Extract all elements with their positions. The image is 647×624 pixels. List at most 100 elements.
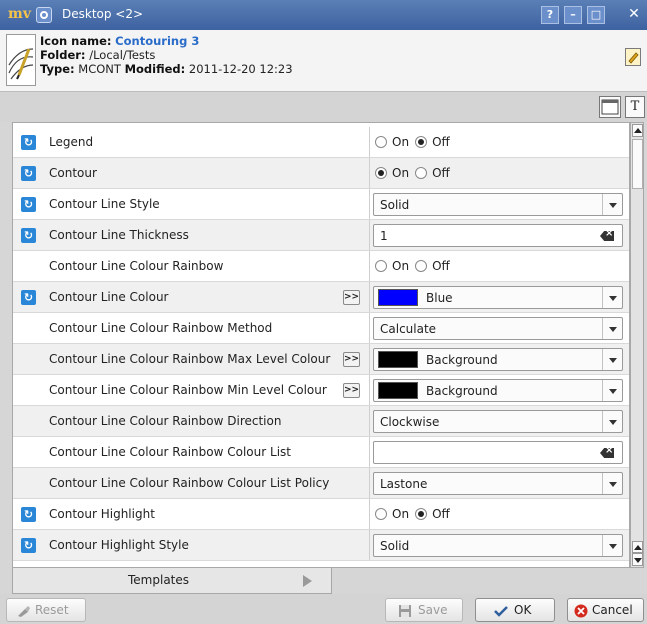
scroll-thumb[interactable] — [632, 139, 643, 189]
input-value: 1 — [380, 229, 388, 243]
radio-off[interactable] — [415, 260, 428, 272]
radio-on[interactable] — [375, 136, 387, 148]
colour-dropdown[interactable]: Background — [373, 348, 623, 371]
radio-off[interactable] — [415, 167, 428, 179]
reset-parameter-icon[interactable]: ↻ — [21, 290, 36, 305]
colour-dropdown[interactable]: Background — [373, 379, 623, 402]
parameter-label: Contour Line Colour Rainbow Min Level Co… — [49, 383, 327, 397]
expand-colour-button[interactable]: >> — [343, 383, 360, 398]
templates-tab[interactable]: Templates — [12, 568, 332, 594]
column-divider — [369, 127, 370, 157]
parameter-label: Contour Highlight Style — [49, 538, 189, 552]
parameter-label: Contour Line Colour Rainbow Colour List … — [49, 476, 330, 490]
table-row: ↻ Legend On Off — [13, 127, 629, 158]
text-view-icon[interactable]: T — [625, 96, 645, 118]
folder-line: Folder: /Local/Tests — [40, 48, 155, 62]
window-title: Desktop <2> — [62, 7, 144, 21]
chevron-down-icon[interactable] — [602, 411, 622, 432]
radio-on[interactable] — [375, 260, 387, 272]
edit-icon[interactable] — [625, 48, 641, 66]
reset-button[interactable]: Reset — [6, 598, 86, 622]
radio-off-label: Off — [432, 259, 450, 273]
reset-parameter-icon[interactable]: ↻ — [21, 166, 36, 181]
chevron-down-icon[interactable] — [602, 287, 622, 308]
parameter-label: Contour Line Colour Rainbow Max Level Co… — [49, 352, 331, 366]
cancel-label: Cancel — [592, 603, 633, 617]
reset-parameter-icon[interactable]: ↻ — [21, 507, 36, 522]
chevron-down-icon[interactable] — [602, 535, 622, 556]
radio-on[interactable] — [375, 508, 387, 520]
parameter-label: Contour Line Colour — [49, 290, 169, 304]
chevron-down-icon[interactable] — [602, 349, 622, 370]
scroll-up-secondary-icon[interactable] — [632, 541, 643, 553]
save-label: Save — [418, 603, 448, 617]
expand-colour-button[interactable]: >> — [343, 290, 360, 305]
parameter-label: Contour — [49, 166, 97, 180]
column-divider — [369, 220, 370, 250]
view-toolbar: T — [0, 92, 647, 122]
window-menu-icon[interactable] — [36, 7, 52, 23]
parameter-label: Contour Line Colour Rainbow Method — [49, 321, 273, 335]
save-button[interactable]: Save — [385, 598, 463, 622]
value-dropdown[interactable]: Lastone — [373, 472, 623, 495]
ok-button[interactable]: OK — [475, 598, 555, 622]
expand-arrow-icon[interactable] — [303, 575, 312, 587]
reset-parameter-icon[interactable]: ↻ — [21, 228, 36, 243]
radio-off[interactable] — [415, 508, 428, 520]
close-button[interactable]: ✕ — [625, 6, 643, 24]
dropdown-value: Solid — [380, 198, 410, 212]
dropdown-value: Calculate — [380, 322, 437, 336]
value-dropdown[interactable]: Solid — [373, 534, 623, 557]
colour-swatch — [378, 351, 418, 368]
button-bar: Reset Save OK Cancel — [0, 594, 647, 624]
column-divider — [369, 282, 370, 312]
minimize-button[interactable]: – — [564, 6, 582, 24]
table-row: Contour Line Colour Rainbow Method Calcul… — [13, 313, 629, 344]
icon-name-value: Contouring 3 — [115, 34, 200, 48]
clear-input-icon[interactable] — [600, 448, 614, 458]
chevron-down-icon[interactable] — [602, 318, 622, 339]
on-off-radio-group: On Off — [375, 166, 456, 180]
colour-swatch — [378, 289, 418, 306]
radio-off-label: Off — [432, 166, 450, 180]
column-divider — [369, 189, 370, 219]
value-dropdown[interactable]: Solid — [373, 193, 623, 216]
panel-layout-icon[interactable] — [599, 96, 621, 118]
chevron-down-icon[interactable] — [602, 473, 622, 494]
reset-parameter-icon[interactable]: ↻ — [21, 197, 36, 212]
icon-info-panel: Icon name: Contouring 3 Folder: /Local/T… — [0, 30, 647, 92]
column-divider — [369, 375, 370, 405]
modified-label: Modified: — [124, 62, 186, 76]
clear-input-icon[interactable] — [600, 231, 614, 241]
radio-off[interactable] — [415, 136, 428, 148]
parameter-label: Contour Line Thickness — [49, 228, 189, 242]
reset-parameter-icon[interactable]: ↻ — [21, 538, 36, 553]
parameter-label: Contour Line Colour Rainbow Colour List — [49, 445, 291, 459]
value-dropdown[interactable]: Calculate — [373, 317, 623, 340]
expand-colour-button[interactable]: >> — [343, 352, 360, 367]
value-dropdown[interactable]: Clockwise — [373, 410, 623, 433]
table-row: Contour Line Colour Rainbow On Off — [13, 251, 629, 282]
radio-on[interactable] — [375, 167, 387, 179]
dropdown-value: Solid — [380, 539, 410, 553]
scroll-down-icon[interactable] — [632, 553, 643, 566]
help-button[interactable]: ? — [541, 6, 559, 24]
vertical-scrollbar[interactable] — [630, 122, 644, 568]
maximize-button[interactable]: □ — [587, 6, 605, 24]
parameter-label: Contour Line Colour Rainbow — [49, 259, 224, 273]
colour-dropdown[interactable]: Blue — [373, 286, 623, 309]
value-input[interactable] — [373, 441, 623, 464]
scroll-up-icon[interactable] — [632, 124, 643, 137]
column-divider — [369, 530, 370, 560]
cancel-button[interactable]: Cancel — [567, 598, 644, 622]
chevron-down-icon[interactable] — [602, 194, 622, 215]
cancel-icon — [574, 604, 588, 618]
ok-label: OK — [514, 603, 532, 617]
radio-off-label: Off — [432, 507, 450, 521]
chevron-down-icon[interactable] — [602, 380, 622, 401]
table-row: ↻ Contour Line Colour >> Blue — [13, 282, 629, 313]
reset-parameter-icon[interactable]: ↻ — [21, 135, 36, 150]
tab-templates-label: Templates — [128, 573, 190, 587]
dropdown-value: Blue — [426, 291, 453, 305]
value-input[interactable]: 1 — [373, 224, 623, 247]
